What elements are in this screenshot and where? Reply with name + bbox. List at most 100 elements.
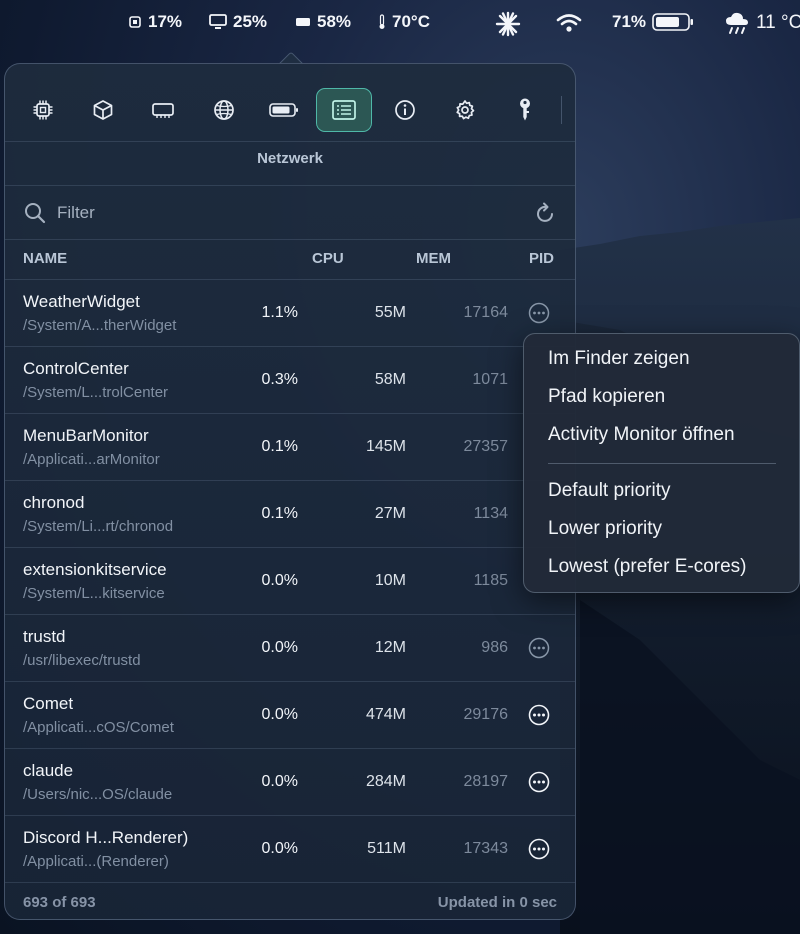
process-mem: 284M xyxy=(365,773,406,790)
process-name: extensionkitservice xyxy=(23,560,167,579)
process-path: /Applicati...cOS/Comet xyxy=(23,719,174,736)
process-path: /Applicati...arMonitor xyxy=(23,451,160,468)
menubar-temperature[interactable]: 70°C xyxy=(378,12,430,32)
column-mem[interactable]: MEM xyxy=(416,250,451,267)
process-row[interactable]: trustd /usr/libexec/trustd 0.0% 12M 986 xyxy=(5,615,575,682)
menubar-gpu[interactable]: 25% xyxy=(209,12,267,32)
process-mem: 511M xyxy=(367,840,406,857)
tab-settings[interactable] xyxy=(437,88,493,132)
more-options-icon[interactable] xyxy=(528,771,550,793)
globe-icon xyxy=(214,100,234,120)
process-pid: 986 xyxy=(481,639,508,656)
process-name: ControlCenter xyxy=(23,359,129,378)
column-cpu[interactable]: CPU xyxy=(312,250,344,267)
wifi-icon xyxy=(556,14,582,32)
process-cpu: 0.0% xyxy=(261,639,298,656)
tab-memory[interactable] xyxy=(135,88,191,132)
process-mem: 27M xyxy=(374,505,406,522)
process-count: 693 of 693 xyxy=(23,894,96,911)
process-path: /System/A...therWidget xyxy=(23,317,177,334)
process-row[interactable]: chronod /System/Li...rt/chronod 0.1% 27M… xyxy=(5,481,575,548)
process-cpu: 1.1% xyxy=(261,304,298,321)
process-row[interactable]: Comet /Applicati...cOS/Comet 0.0% 474M 2… xyxy=(5,682,575,749)
menubar-battery-value: 71% xyxy=(612,12,647,31)
process-pid: 1134 xyxy=(473,505,508,522)
gear-icon xyxy=(456,100,475,120)
menubar-wifi[interactable] xyxy=(556,13,582,33)
process-name: WeatherWidget xyxy=(23,292,140,311)
popover-arrow xyxy=(276,48,306,64)
sparkle-icon xyxy=(495,11,521,37)
menu-item-open-activity-monitor[interactable]: Activity Monitor öffnen xyxy=(548,424,735,446)
tab-info[interactable] xyxy=(377,88,433,132)
menu-item-lower-priority[interactable]: Lower priority xyxy=(548,518,662,540)
menu-item-lowest-priority[interactable]: Lowest (prefer E-cores) xyxy=(548,556,747,578)
key-icon xyxy=(520,98,530,121)
column-name[interactable]: NAME xyxy=(23,250,67,267)
thermometer-icon xyxy=(379,14,385,29)
refresh-icon[interactable] xyxy=(535,201,557,225)
menubar-perplexity[interactable] xyxy=(494,10,522,38)
process-name: MenuBarMonitor xyxy=(23,426,149,445)
process-name: Discord H...Renderer) xyxy=(23,828,189,847)
process-pid: 17164 xyxy=(463,304,509,321)
process-path: /Applicati...(Renderer) xyxy=(23,853,169,870)
cube-icon xyxy=(93,100,113,120)
more-options-icon[interactable] xyxy=(528,838,550,860)
display-icon xyxy=(209,14,227,29)
cloud-rain-icon xyxy=(726,12,748,34)
process-cpu: 0.3% xyxy=(261,371,298,388)
tab-cpu[interactable] xyxy=(15,88,71,132)
process-row[interactable]: extensionkitservice /System/L...kitservi… xyxy=(5,548,575,615)
memory-icon xyxy=(152,103,174,118)
process-path: /System/L...kitservice xyxy=(23,585,165,602)
menubar-memory[interactable]: 58% xyxy=(295,12,351,32)
tab-battery[interactable] xyxy=(256,88,312,132)
process-path: /Users/nic...OS/claude xyxy=(23,786,173,803)
footer: 693 of 693 Updated in 0 sec xyxy=(5,883,575,919)
process-pid: 17343 xyxy=(463,840,509,857)
process-cpu: 0.0% xyxy=(261,572,298,589)
search-bar xyxy=(5,186,575,240)
process-row[interactable]: claude /Users/nic...OS/claude 0.0% 284M … xyxy=(5,749,575,816)
menubar-cpu[interactable]: 17% xyxy=(128,12,182,32)
filter-input[interactable] xyxy=(57,198,497,228)
process-pid: 29176 xyxy=(463,706,509,723)
process-row[interactable]: Discord H...Renderer) /Applicati...(Rend… xyxy=(5,816,575,883)
battery-icon xyxy=(652,13,694,31)
process-cpu: 0.0% xyxy=(261,840,298,857)
process-row[interactable]: ControlCenter /System/L...trolCenter 0.3… xyxy=(5,347,575,414)
menu-item-default-priority[interactable]: Default priority xyxy=(548,480,671,502)
search-icon xyxy=(25,203,46,224)
column-pid[interactable]: PID xyxy=(529,250,554,267)
menu-item-show-in-finder[interactable]: Im Finder zeigen xyxy=(548,348,690,370)
menu-bar: 17% 25% 58% 70°C 71% 11 °C xyxy=(0,0,800,46)
process-cpu: 0.1% xyxy=(261,438,298,455)
context-menu: Im Finder zeigen Pfad kopieren Activity … xyxy=(523,333,800,593)
tab-network-globe[interactable] xyxy=(196,88,252,132)
tab-processes[interactable] xyxy=(316,88,372,132)
tab-gpu[interactable] xyxy=(75,88,131,132)
process-cpu: 0.1% xyxy=(261,505,298,522)
menubar-cpu-value: 17% xyxy=(148,12,183,31)
menubar-battery[interactable]: 71% xyxy=(612,12,694,32)
process-row[interactable]: MenuBarMonitor /Applicati...arMonitor 0.… xyxy=(5,414,575,481)
process-cpu: 0.0% xyxy=(261,706,298,723)
process-name: claude xyxy=(23,761,74,780)
process-name: chronod xyxy=(23,493,85,512)
more-options-icon[interactable] xyxy=(528,302,550,324)
menubar-temperature-value: 70°C xyxy=(392,12,430,31)
more-options-icon[interactable] xyxy=(528,637,550,659)
process-path: /System/L...trolCenter xyxy=(23,384,169,401)
memory-icon xyxy=(296,18,310,26)
menubar-weather[interactable]: 11 °C xyxy=(724,10,800,36)
process-mem: 55M xyxy=(374,304,406,321)
process-path: /System/Li...rt/chronod xyxy=(23,518,174,535)
more-options-icon[interactable] xyxy=(528,704,550,726)
section-title: Netzwerk xyxy=(5,142,575,186)
tab-license[interactable] xyxy=(497,88,553,132)
process-row[interactable]: WeatherWidget /System/A...therWidget 1.1… xyxy=(5,280,575,347)
menu-item-copy-path[interactable]: Pfad kopieren xyxy=(548,386,665,408)
column-header: NAME CPU MEM PID xyxy=(5,240,575,280)
process-pid: 1185 xyxy=(473,572,508,589)
